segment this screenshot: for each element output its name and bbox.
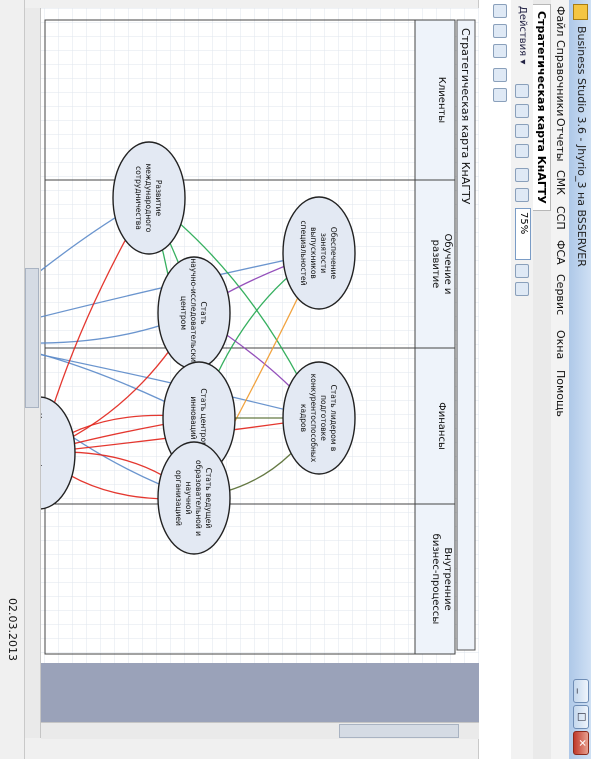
goal-label: организацией xyxy=(174,470,183,526)
status-bar: 02.03.2013 xyxy=(0,0,25,759)
goal-label: занятости xyxy=(319,233,328,273)
maximize-button[interactable]: □ xyxy=(573,705,589,729)
strategy-map-diagram: Стратегическая карта КнАГТУ Клиенты Обучен… xyxy=(41,8,479,663)
zoom-select[interactable]: 75% xyxy=(515,208,531,260)
goal-label: Обеспечение xyxy=(329,227,338,280)
goal-label: подготовке xyxy=(319,395,328,441)
lane-internal-label: бизнес-процессы xyxy=(430,534,441,625)
goal-label: научной xyxy=(184,482,193,515)
goal-label: специальностей xyxy=(299,221,308,286)
goal-employment[interactable]: Обеспечениезанятостивыпускниковспециальн… xyxy=(282,196,356,310)
app-icon xyxy=(573,4,588,20)
play-icon[interactable] xyxy=(515,104,529,118)
screen-frame: Business Studio 3.6 - Jhyrio_3 на BSSERV… xyxy=(0,0,591,759)
goal-label: выпускников xyxy=(309,227,318,279)
goal-label: Стать лидером в xyxy=(329,385,338,452)
goal-label: образовательной и xyxy=(194,460,203,536)
window-title: Business Studio 3.6 - Jhyrio_3 на BSSERV… xyxy=(575,26,588,267)
goal-leading-organization[interactable]: Стать ведущейобразовательной инаучнойорг… xyxy=(157,441,231,555)
menu-ssp[interactable]: ССП xyxy=(554,206,567,230)
vertical-scrollbar[interactable] xyxy=(41,722,479,739)
save-icon[interactable] xyxy=(515,144,529,158)
goal-label: кадров xyxy=(299,404,308,432)
lane-learning-label: Обучение и xyxy=(442,234,453,295)
goal-label: научно-исследовательским xyxy=(189,258,198,367)
actions-menu[interactable]: Действия ▾ xyxy=(514,6,530,64)
undo-icon[interactable] xyxy=(515,168,529,182)
select-icon[interactable] xyxy=(515,84,529,98)
menu-smk[interactable]: СМК xyxy=(554,170,567,195)
menu-service[interactable]: Сервис xyxy=(554,274,567,315)
filter-icon[interactable] xyxy=(493,4,507,18)
lane-learning-label: развитие xyxy=(430,240,441,289)
lane-clients-label: Клиенты xyxy=(436,77,447,123)
import-icon[interactable] xyxy=(493,44,507,58)
app-window: Business Studio 3.6 - Jhyrio_3 на BSSERV… xyxy=(0,0,591,759)
goal-label: сотрудничества xyxy=(134,166,143,230)
goal-research-center[interactable]: Статьнаучно-исследовательскимцентром xyxy=(157,256,231,370)
stop-icon[interactable] xyxy=(493,68,507,82)
goal-label: международного xyxy=(144,164,153,233)
document-tab-bar: Стратегическая карта КнАГТУ xyxy=(532,0,551,759)
menu-help[interactable]: Помощь xyxy=(554,370,567,417)
goal-label: Стать ведущей xyxy=(204,468,213,529)
diagram-canvas[interactable]: Стратегическая карта КнАГТУ Клиенты Обучен… xyxy=(41,8,479,722)
lane-clients-header xyxy=(414,19,456,181)
menu-fsa[interactable]: ФСА xyxy=(554,240,567,265)
down-arrow-icon[interactable] xyxy=(493,24,507,38)
goal-international[interactable]: Развитиемеждународногосотрудничества xyxy=(112,141,186,255)
list-icon[interactable] xyxy=(493,88,507,102)
goal-competitive-staff[interactable]: Стать лидером вподготовкеконкурентоспосо… xyxy=(282,361,356,475)
toolbar: Действия ▾ 75% xyxy=(510,0,533,759)
redo-icon[interactable] xyxy=(515,188,529,202)
menu-bar: Файл Справочники Отчеты СМК ССП ФСА Серв… xyxy=(550,0,569,759)
fit-icon[interactable] xyxy=(515,282,529,296)
minimize-button[interactable]: _ xyxy=(573,679,589,703)
goal-label: Стать xyxy=(199,302,208,325)
horizontal-scrollbar[interactable] xyxy=(24,8,41,738)
zoom-dropdown-icon[interactable] xyxy=(515,264,529,278)
shape-icon[interactable] xyxy=(515,124,529,138)
menu-windows[interactable]: Окна xyxy=(554,330,567,359)
lane-finance-header xyxy=(414,347,456,505)
goal-label: центром xyxy=(179,296,188,330)
diagram-title: Стратегическая карта КнАГТУ xyxy=(459,28,472,205)
goal-label: Увеличение фондов xyxy=(41,413,43,492)
goal-label: Развитие xyxy=(154,180,163,217)
title-bar: Business Studio 3.6 - Jhyrio_3 на BSSERV… xyxy=(568,0,591,759)
status-date: 02.03.2013 xyxy=(6,598,19,661)
side-toolbar xyxy=(478,0,511,759)
menu-reports[interactable]: Отчеты xyxy=(554,118,567,161)
lane-internal-label: Внутренние xyxy=(442,547,453,610)
menu-directories[interactable]: Справочники xyxy=(554,40,567,116)
close-button[interactable]: ✕ xyxy=(573,731,589,755)
goal-label: Стать центром xyxy=(199,388,208,447)
lane-finance-label: Финансы xyxy=(436,402,447,450)
goal-label: инноваций xyxy=(189,396,198,439)
goal-label: конкурентоспособных xyxy=(309,374,318,463)
tab-strategy-map[interactable]: Стратегическая карта КнАГТУ xyxy=(532,4,551,211)
menu-file[interactable]: Файл xyxy=(554,6,567,36)
